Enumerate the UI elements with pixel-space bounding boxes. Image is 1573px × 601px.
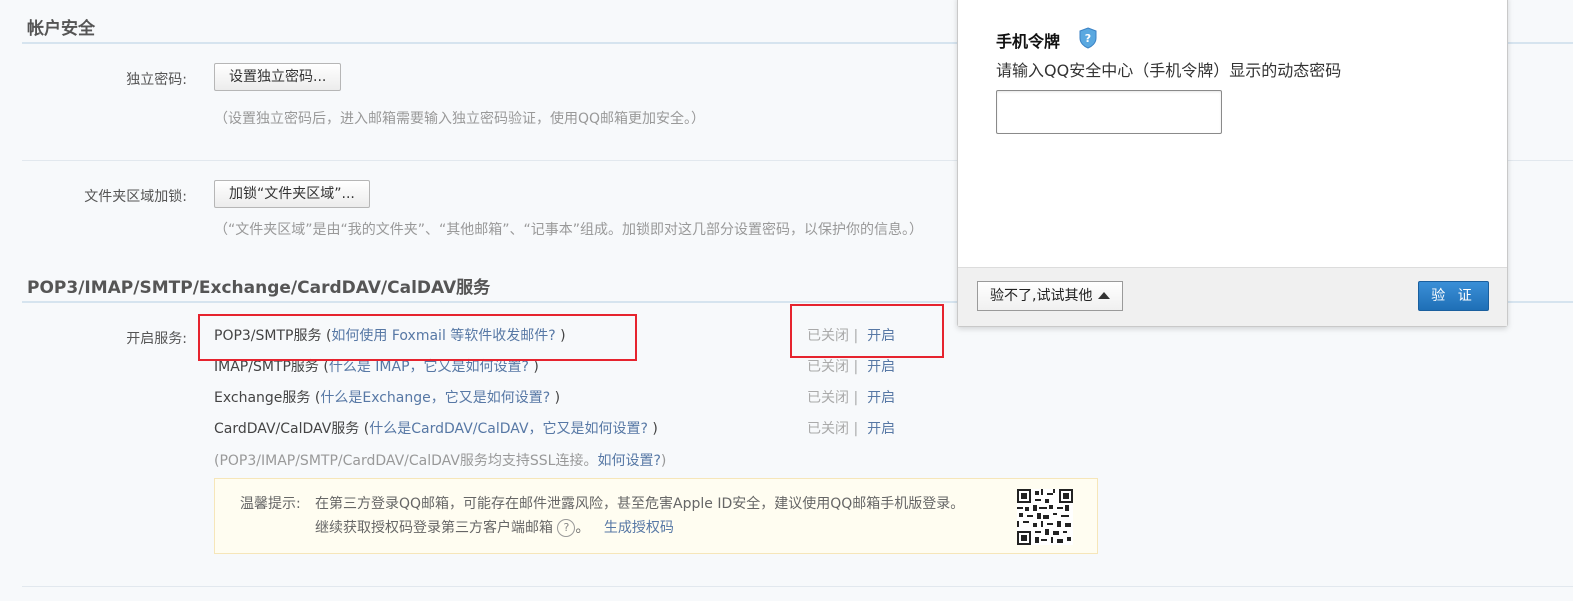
service-status-carddav-caldav: 已关闭 | 开启: [807, 421, 896, 437]
independent-password-hint: （设置独立密码后，进入邮箱需要输入独立密码验证，使用QQ邮箱更加安全。）: [214, 111, 706, 127]
ssl-note-close: ): [660, 453, 667, 469]
enable-carddav-caldav-link[interactable]: 开启: [867, 421, 895, 437]
highlight-box-pop3: [198, 314, 637, 361]
tip-line-1: 在第三方登录QQ邮箱，可能存在邮件泄露风险，甚至危害Apple ID安全，建议使…: [315, 496, 965, 512]
question-icon[interactable]: ?: [557, 519, 576, 537]
service-help-link[interactable]: 什么是Exchange，它又是如何设置?: [320, 390, 550, 406]
status-closed: 已关闭: [807, 390, 849, 406]
service-name: Exchange服务: [214, 390, 311, 406]
section-title-services: POP3/IMAP/SMTP/Exchange/CardDAV/CalDAV服务: [27, 278, 491, 298]
row-divider: [22, 586, 1573, 587]
service-status-imap-smtp: 已关闭 | 开启: [807, 359, 896, 375]
folder-lock-label: 文件夹区域加锁:: [84, 189, 187, 205]
section-title-account-security: 帐户安全: [27, 19, 95, 39]
dialog-footer: 验不了,试试其他 验 证: [958, 267, 1507, 326]
status-closed: 已关闭: [807, 421, 849, 437]
service-help-link[interactable]: 什么是 IMAP，它又是如何设置?: [329, 359, 529, 375]
service-name: CardDAV/CalDAV服务: [214, 421, 360, 437]
lock-folder-area-button[interactable]: 加锁“文件夹区域”...: [214, 180, 370, 208]
highlight-box-status: [790, 304, 944, 358]
enable-imap-smtp-link[interactable]: 开启: [867, 359, 895, 375]
mobile-token-dialog: 手机令牌 ? 请输入QQ安全中心（手机令牌）显示的动态密码 验不了,试试其他 验…: [957, 0, 1508, 327]
tip-line-2-text: 继续获取授权码登录第三方客户端邮箱: [315, 520, 553, 536]
verify-button[interactable]: 验 证: [1418, 281, 1489, 311]
tip-line-2: 继续获取授权码登录第三方客户端邮箱 ?。 生成授权码: [315, 517, 674, 537]
ssl-how-to-link[interactable]: 如何设置?: [597, 453, 660, 469]
svg-text:?: ?: [1085, 32, 1091, 45]
try-other-methods-button[interactable]: 验不了,试试其他: [977, 281, 1124, 311]
ssl-note-text: (POP3/IMAP/SMTP/CardDAV/CalDAV服务均支持SSL连接…: [214, 453, 598, 469]
try-other-label: 验不了,试试其他: [990, 288, 1093, 304]
enable-services-label: 开启服务:: [126, 331, 187, 347]
enable-exchange-link[interactable]: 开启: [867, 390, 895, 406]
service-name: IMAP/SMTP服务: [214, 359, 319, 375]
tip-label: 温馨提示:: [240, 496, 301, 512]
status-closed: 已关闭: [807, 359, 849, 375]
caret-up-icon: [1098, 292, 1111, 299]
ssl-note: (POP3/IMAP/SMTP/CardDAV/CalDAV服务均支持SSL连接…: [214, 450, 666, 470]
independent-password-label: 独立密码:: [126, 72, 187, 88]
qr-code-icon: [1017, 489, 1073, 545]
dialog-title: 手机令牌: [996, 32, 1061, 51]
dynamic-password-input[interactable]: [996, 90, 1222, 134]
service-status-exchange: 已关闭 | 开启: [807, 390, 896, 406]
shield-help-icon[interactable]: ?: [1078, 27, 1098, 49]
warm-tip-box: 温馨提示: 在第三方登录QQ邮箱，可能存在邮件泄露风险，甚至危害Apple ID…: [214, 478, 1098, 554]
tip-line-2-end: 。: [575, 520, 590, 536]
service-help-link[interactable]: 什么是CardDAV/CalDAV，它又是如何设置?: [369, 421, 648, 437]
set-independent-password-button[interactable]: 设置独立密码...: [214, 63, 342, 91]
dialog-description: 请输入QQ安全中心（手机令牌）显示的动态密码: [996, 61, 1342, 80]
service-exchange: Exchange服务 (什么是Exchange，它又是如何设置? ): [214, 390, 561, 406]
folder-lock-hint: （“文件夹区域”是由“我的文件夹”、“其他邮箱”、“记事本”组成。加锁即对这几部…: [214, 222, 924, 238]
service-carddav-caldav: CardDAV/CalDAV服务 (什么是CardDAV/CalDAV，它又是如…: [214, 421, 658, 437]
generate-auth-code-link[interactable]: 生成授权码: [604, 520, 674, 536]
